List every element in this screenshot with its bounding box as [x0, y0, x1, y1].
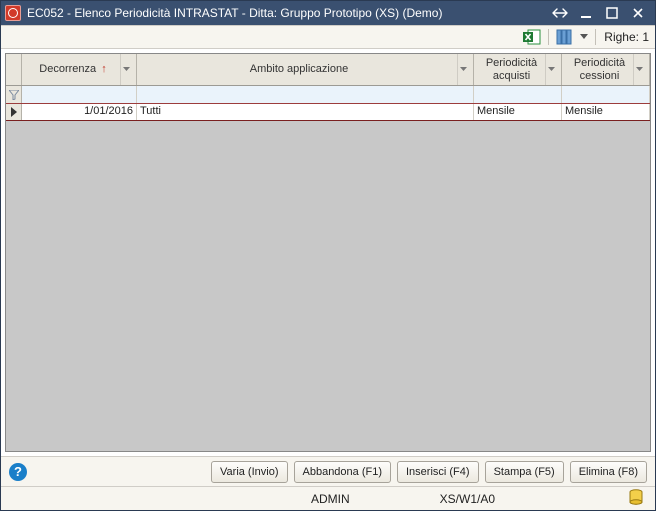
- column-label: Periodicità acquisti: [478, 57, 545, 81]
- column-label: Decorrenza: [39, 63, 96, 75]
- app-icon: [5, 5, 21, 21]
- abbandona-button[interactable]: Abbandona (F1): [294, 461, 392, 483]
- button-bar: ? Varia (Invio) Abbandona (F1) Inserisci…: [1, 456, 655, 486]
- row-handle-header: [6, 54, 22, 85]
- column-label: Ambito applicazione: [141, 63, 457, 75]
- data-grid: Decorrenza ↑ Ambito applicazione Periodi…: [5, 53, 651, 452]
- maximize-button[interactable]: [599, 3, 625, 23]
- varia-button[interactable]: Varia (Invio): [211, 461, 287, 483]
- status-bar: ADMIN XS/W1/A0: [1, 486, 655, 510]
- cell-periodicita-acquisti[interactable]: Mensile: [474, 104, 562, 120]
- toolbar-separator: [548, 29, 549, 45]
- cell-periodicita-cessioni[interactable]: Mensile: [562, 104, 650, 120]
- elimina-button[interactable]: Elimina (F8): [570, 461, 647, 483]
- toolbar-separator: [595, 29, 596, 45]
- export-excel-button[interactable]: [522, 28, 542, 46]
- filter-input-decorrenza[interactable]: [22, 86, 137, 103]
- cell-ambito[interactable]: Tutti: [137, 104, 474, 120]
- column-filter-dropdown[interactable]: [633, 54, 645, 85]
- column-header-ambito[interactable]: Ambito applicazione: [137, 54, 474, 85]
- filter-icon[interactable]: [6, 86, 22, 103]
- column-settings-button[interactable]: [555, 28, 575, 46]
- column-filter-dropdown[interactable]: [457, 54, 469, 85]
- database-icon: [629, 489, 655, 508]
- close-button[interactable]: [625, 3, 651, 23]
- cell-decorrenza[interactable]: 1/01/2016: [22, 104, 137, 120]
- rows-label: Righe: 1: [602, 30, 649, 44]
- stampa-button[interactable]: Stampa (F5): [485, 461, 564, 483]
- filter-input-periodicita-cessioni[interactable]: [562, 86, 650, 103]
- help-button[interactable]: ?: [9, 463, 27, 481]
- table-row[interactable]: 1/01/2016 Tutti Mensile Mensile: [6, 104, 650, 121]
- grid-empty-area: [6, 121, 650, 451]
- column-header-periodicita-acquisti[interactable]: Periodicità acquisti: [474, 54, 562, 85]
- window-title: EC052 - Elenco Periodicità INTRASTAT - D…: [27, 6, 547, 20]
- grid-header: Decorrenza ↑ Ambito applicazione Periodi…: [6, 54, 650, 86]
- row-indicator-current-icon: [6, 104, 22, 120]
- filter-input-periodicita-acquisti[interactable]: [474, 86, 562, 103]
- column-settings-dropdown[interactable]: [579, 28, 589, 46]
- column-header-decorrenza[interactable]: Decorrenza ↑: [22, 54, 137, 85]
- app-window: EC052 - Elenco Periodicità INTRASTAT - D…: [0, 0, 656, 511]
- status-user: ADMIN: [301, 492, 360, 506]
- inserisci-button[interactable]: Inserisci (F4): [397, 461, 479, 483]
- column-filter-dropdown[interactable]: [120, 54, 132, 85]
- filter-input-ambito[interactable]: [137, 86, 474, 103]
- titlebar: EC052 - Elenco Periodicità INTRASTAT - D…: [1, 1, 655, 25]
- status-path: XS/W1/A0: [430, 492, 505, 506]
- toolbar: Righe: 1: [1, 25, 655, 49]
- resize-horizontal-icon[interactable]: [547, 3, 573, 23]
- column-header-periodicita-cessioni[interactable]: Periodicità cessioni: [562, 54, 650, 85]
- grid-filter-row: [6, 86, 650, 104]
- column-label: Periodicità cessioni: [566, 57, 633, 81]
- minimize-button[interactable]: [573, 3, 599, 23]
- sort-ascending-icon: ↑: [101, 63, 107, 75]
- column-filter-dropdown[interactable]: [545, 54, 557, 85]
